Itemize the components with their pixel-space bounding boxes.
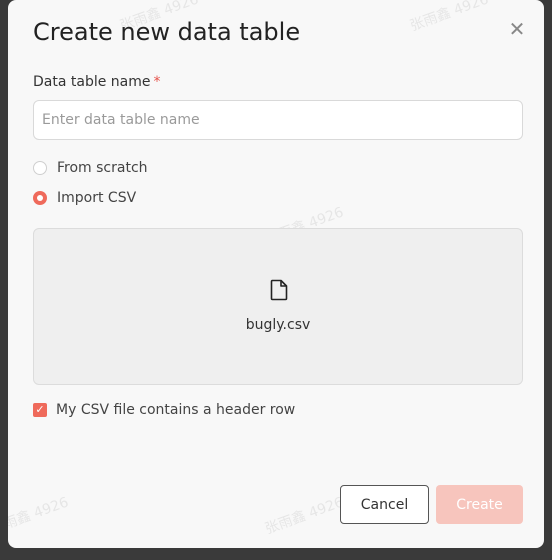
header-row-checkbox-row[interactable]: ✓ My CSV file contains a header row — [33, 400, 295, 420]
radio-from-scratch[interactable]: From scratch — [33, 158, 148, 178]
data-table-name-input[interactable] — [33, 100, 523, 140]
watermark: 张雨鑫 4926 — [8, 494, 71, 538]
watermark: 张雨鑫 4926 — [408, 0, 491, 35]
create-button[interactable]: Create — [436, 485, 523, 524]
radio-label: Import CSV — [57, 190, 137, 206]
name-field-label-text: Data table name — [33, 74, 151, 90]
radio-button-checked[interactable] — [33, 191, 47, 205]
required-mark: * — [153, 74, 161, 90]
create-data-table-dialog: 张雨鑫 4926 张雨鑫 4926 张雨鑫 4926 张雨鑫 4926 张雨鑫 … — [8, 0, 544, 548]
radio-button-unchecked[interactable] — [33, 161, 47, 175]
cancel-button[interactable]: Cancel — [340, 485, 429, 524]
header-row-checkbox-label: My CSV file contains a header row — [56, 402, 296, 418]
close-icon[interactable]: ✕ — [508, 19, 526, 39]
dialog-title: Create new data table — [33, 18, 301, 46]
header-row-checkbox[interactable]: ✓ — [33, 403, 47, 417]
csv-dropzone[interactable]: bugly.csv — [33, 228, 523, 385]
radio-label: From scratch — [57, 160, 148, 176]
file-icon — [270, 279, 288, 301]
radio-import-csv[interactable]: Import CSV — [33, 188, 136, 208]
watermark: 张雨鑫 4926 — [263, 494, 346, 538]
uploaded-file-name: bugly.csv — [245, 317, 311, 333]
name-field-label: Data table name * — [33, 74, 161, 90]
